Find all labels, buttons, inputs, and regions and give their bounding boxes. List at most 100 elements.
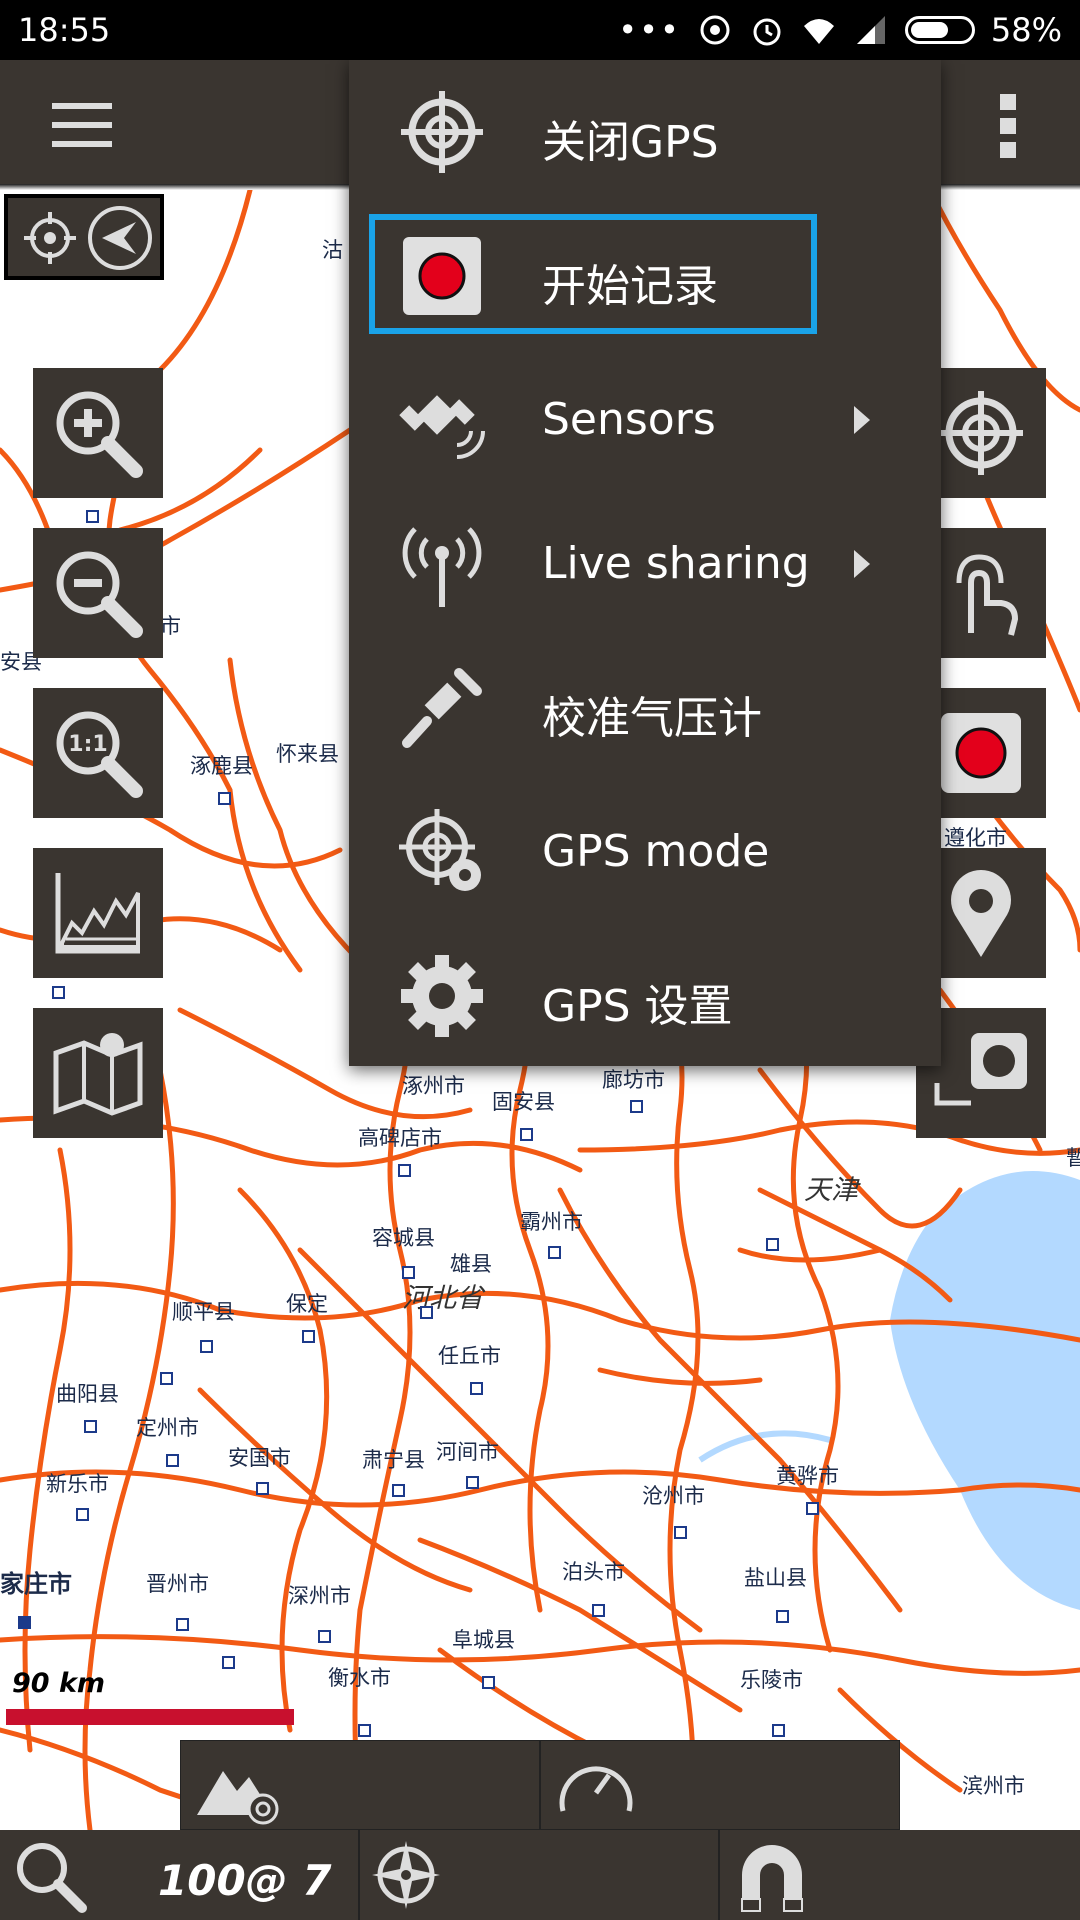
city-marker bbox=[176, 1618, 189, 1631]
city-marker bbox=[86, 510, 99, 523]
city-label: 涿鹿县 bbox=[190, 754, 253, 778]
compass-icon bbox=[24, 206, 152, 270]
city-label: 河间市 bbox=[436, 1440, 499, 1464]
chart-icon bbox=[55, 873, 140, 954]
city-marker bbox=[76, 1508, 89, 1521]
city-marker bbox=[482, 1676, 495, 1689]
city-label: 家庄市 bbox=[0, 1570, 72, 1598]
city-label: 容城县 bbox=[372, 1226, 435, 1250]
city-label: 肃宁县 bbox=[362, 1448, 425, 1472]
mountain-icon bbox=[197, 1771, 279, 1825]
satellite-icon bbox=[399, 395, 485, 459]
status-time: 18:55 bbox=[18, 11, 111, 49]
status-icons: ••• 58% bbox=[618, 11, 1062, 49]
crosshair-icon bbox=[939, 391, 1023, 475]
map-icon bbox=[53, 1033, 143, 1116]
city-marker bbox=[674, 1526, 687, 1539]
zoom-1-1-icon: 1:1 bbox=[56, 711, 143, 798]
city-label: 市 bbox=[160, 614, 181, 638]
screwdriver-icon bbox=[402, 668, 482, 748]
city-label: 晋州市 bbox=[146, 1572, 209, 1596]
city-marker bbox=[592, 1604, 605, 1617]
battery-icon bbox=[904, 16, 975, 44]
city-label: 顺平县 bbox=[172, 1300, 235, 1324]
city-marker bbox=[160, 1372, 173, 1385]
city-marker bbox=[766, 1238, 779, 1251]
zoom-out-icon bbox=[56, 551, 143, 638]
city-marker bbox=[302, 1330, 315, 1343]
record-icon bbox=[941, 713, 1021, 793]
city-marker bbox=[548, 1246, 561, 1259]
compass-rose-icon bbox=[372, 1841, 440, 1909]
city-label: 泊头市 bbox=[562, 1560, 625, 1584]
svg-text:1:1: 1:1 bbox=[68, 732, 107, 757]
city-label: 廊坊市 bbox=[602, 1068, 665, 1092]
city-marker bbox=[256, 1482, 269, 1495]
gear-icon bbox=[401, 955, 483, 1037]
city-label: 霸州市 bbox=[520, 1210, 583, 1234]
crosshair-icon bbox=[401, 91, 483, 173]
city-marker bbox=[392, 1484, 405, 1497]
speed-panel[interactable] bbox=[540, 1740, 900, 1830]
battery-percent: 58% bbox=[990, 11, 1062, 49]
menu-item-gps-settings[interactable]: GPS 设置 bbox=[349, 924, 941, 1068]
city-label: 雄县 bbox=[450, 1252, 492, 1276]
compass-cell[interactable] bbox=[360, 1830, 720, 1920]
zoom-1-1-button[interactable]: 1:1 bbox=[33, 688, 163, 818]
selection-highlight bbox=[369, 214, 817, 334]
city-label: 沽 bbox=[322, 238, 343, 262]
search-icon bbox=[17, 1843, 87, 1913]
gps-dropdown-menu: 关闭GPS 开始记录 Sensors Live sharing 校准气压计 GP… bbox=[349, 60, 941, 1066]
city-label: 乐陵市 bbox=[740, 1668, 803, 1692]
scale-bar bbox=[6, 1709, 294, 1725]
city-marker bbox=[52, 986, 65, 999]
city-label: 盐山县 bbox=[744, 1566, 807, 1590]
location-compass-widget[interactable] bbox=[4, 194, 164, 280]
city-marker bbox=[84, 1420, 97, 1433]
city-label: 曲阳县 bbox=[56, 1382, 119, 1406]
city-label: 安国市 bbox=[228, 1446, 291, 1470]
wifi-icon bbox=[803, 19, 834, 44]
city-marker bbox=[402, 1266, 415, 1279]
city-marker bbox=[470, 1382, 483, 1395]
menu-item-gps-mode[interactable]: GPS mode bbox=[349, 780, 941, 924]
map-marker-button[interactable] bbox=[33, 1008, 163, 1138]
zoom-out-button[interactable] bbox=[33, 528, 163, 658]
city-label: 深州市 bbox=[288, 1584, 351, 1608]
elevation-panel[interactable] bbox=[180, 1740, 540, 1830]
city-label: 滨州市 bbox=[962, 1774, 1025, 1798]
menu-hamburger-icon[interactable] bbox=[52, 103, 112, 147]
city-marker bbox=[630, 1100, 643, 1113]
menu-item-live-sharing[interactable]: Live sharing bbox=[349, 492, 941, 636]
city-label: 黄骅市 bbox=[776, 1464, 839, 1488]
city-marker bbox=[200, 1340, 213, 1353]
zoom-in-icon bbox=[56, 391, 143, 478]
signal-icon bbox=[856, 16, 885, 44]
city-label: 定州市 bbox=[136, 1416, 199, 1440]
menu-item-label: 关闭GPS bbox=[542, 117, 719, 168]
city-marker bbox=[318, 1630, 331, 1643]
menu-item-label: GPS 设置 bbox=[542, 981, 733, 1032]
antenna-icon bbox=[402, 527, 482, 607]
menu-item-sensors[interactable]: Sensors bbox=[349, 348, 941, 492]
city-marker bbox=[398, 1164, 411, 1177]
menu-item-label: Live sharing bbox=[542, 538, 810, 589]
city-label: 保定 bbox=[286, 1292, 328, 1316]
elevation-chart-button[interactable] bbox=[33, 848, 163, 978]
city-label: 固安县 bbox=[492, 1090, 555, 1114]
menu-item-calibrate-barometer[interactable]: 校准气压计 bbox=[349, 636, 941, 780]
city-marker bbox=[358, 1724, 371, 1737]
overflow-menu-icon[interactable] bbox=[996, 94, 1020, 158]
menu-item-gps-off[interactable]: 关闭GPS bbox=[349, 60, 941, 204]
gps-settings-icon bbox=[399, 809, 481, 891]
city-marker bbox=[466, 1476, 479, 1489]
city-label: 暫 bbox=[1066, 1146, 1080, 1170]
magnet-cell[interactable] bbox=[720, 1830, 1080, 1920]
city-label: 沧州市 bbox=[642, 1484, 705, 1508]
zoom-in-button[interactable] bbox=[33, 368, 163, 498]
location-pin-icon bbox=[951, 870, 1011, 957]
city-label: 任丘市 bbox=[438, 1344, 501, 1368]
submenu-arrow-icon bbox=[854, 550, 870, 578]
city-marker bbox=[772, 1724, 785, 1737]
region-label: 天津 bbox=[804, 1175, 858, 1206]
